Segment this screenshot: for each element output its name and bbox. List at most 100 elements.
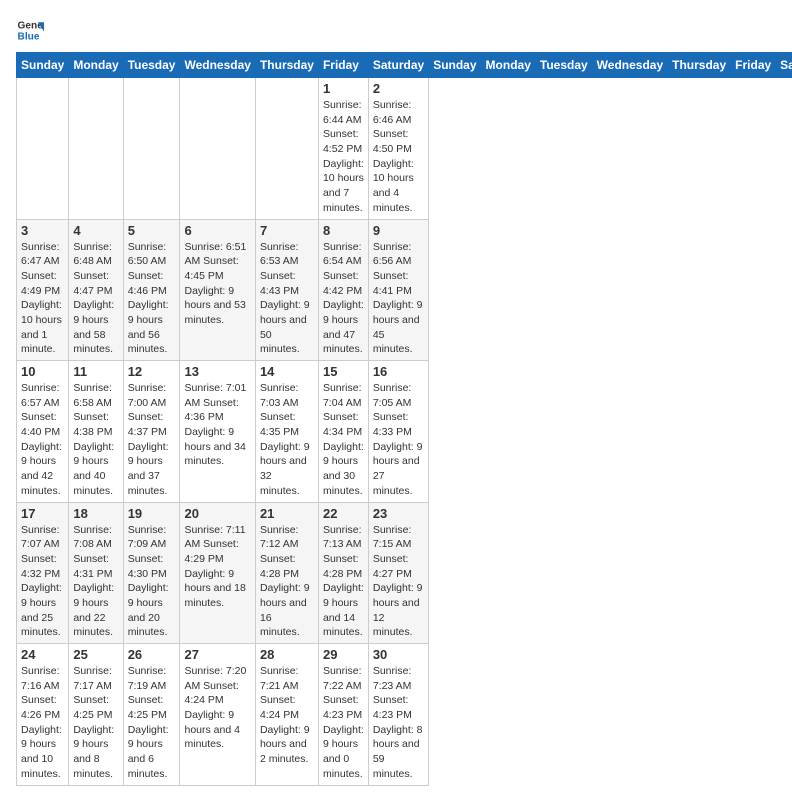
calendar-header-row: SundayMondayTuesdayWednesdayThursdayFrid… [17,53,792,78]
cell-content: Sunrise: 6:48 AM Sunset: 4:47 PM Dayligh… [73,240,118,358]
day-number: 30 [373,647,424,662]
calendar-week-row: 1Sunrise: 6:44 AM Sunset: 4:52 PM Daylig… [17,78,792,220]
header-monday: Monday [69,53,123,78]
cell-content: Sunrise: 7:19 AM Sunset: 4:25 PM Dayligh… [128,664,176,782]
logo: General Blue [16,16,48,44]
header-sunday: Sunday [429,53,481,78]
header-thursday: Thursday [255,53,318,78]
day-number: 22 [323,506,364,521]
day-number: 5 [128,223,176,238]
day-number: 11 [73,364,118,379]
cell-content: Sunrise: 6:58 AM Sunset: 4:38 PM Dayligh… [73,381,118,499]
day-number: 8 [323,223,364,238]
cell-content: Sunrise: 6:56 AM Sunset: 4:41 PM Dayligh… [373,240,424,358]
cell-content: Sunrise: 6:57 AM Sunset: 4:40 PM Dayligh… [21,381,64,499]
calendar-week-row: 3 Sunrise: 6:47 AM Sunset: 4:49 PM Daylig… [17,219,792,361]
cell-content: Sunrise: 7:01 AM Sunset: 4:36 PM Dayligh… [184,381,250,469]
cell-content: Sunrise: 7:08 AM Sunset: 4:31 PM Dayligh… [73,523,118,641]
cell-content: Sunrise: 6:54 AM Sunset: 4:42 PM Dayligh… [323,240,364,358]
cell-content: Sunrise: 6:47 AM Sunset: 4:49 PM Dayligh… [21,240,64,358]
day-number: 19 [128,506,176,521]
calendar-cell: 12Sunrise: 7:00 AM Sunset: 4:37 PM Dayli… [123,361,180,503]
day-number: 21 [260,506,314,521]
cell-content: Sunrise: 7:20 AM Sunset: 4:24 PM Dayligh… [184,664,250,752]
calendar-cell: 25Sunrise: 7:17 AM Sunset: 4:25 PM Dayli… [69,644,123,786]
header-sunday: Sunday [17,53,69,78]
header-wednesday: Wednesday [592,53,667,78]
header-friday: Friday [318,53,368,78]
cell-content: Sunrise: 6:51 AM Sunset: 4:45 PM Dayligh… [184,240,250,328]
day-number: 7 [260,223,314,238]
day-number: 1 [323,81,364,96]
calendar-cell: 21Sunrise: 7:12 AM Sunset: 4:28 PM Dayli… [255,502,318,644]
calendar-table: SundayMondayTuesdayWednesdayThursdayFrid… [16,52,792,786]
cell-content: Sunrise: 6:50 AM Sunset: 4:46 PM Dayligh… [128,240,176,358]
calendar-cell: 18Sunrise: 7:08 AM Sunset: 4:31 PM Dayli… [69,502,123,644]
calendar-cell: 19 Sunrise: 7:09 AM Sunset: 4:30 PM Dayli… [123,502,180,644]
day-number: 14 [260,364,314,379]
calendar-cell: 16 Sunrise: 7:05 AM Sunset: 4:33 PM Dayli… [368,361,428,503]
calendar-cell [255,78,318,220]
cell-content: Sunrise: 6:53 AM Sunset: 4:43 PM Dayligh… [260,240,314,358]
day-number: 24 [21,647,64,662]
day-number: 15 [323,364,364,379]
cell-content: Sunrise: 7:09 AM Sunset: 4:30 PM Dayligh… [128,523,176,641]
calendar-cell: 26 Sunrise: 7:19 AM Sunset: 4:25 PM Dayli… [123,644,180,786]
day-number: 3 [21,223,64,238]
day-number: 29 [323,647,364,662]
calendar-cell: 24 Sunrise: 7:16 AM Sunset: 4:26 PM Dayli… [17,644,69,786]
header-area: General Blue [16,16,776,44]
header-saturday: Saturday [776,53,792,78]
day-number: 4 [73,223,118,238]
header-thursday: Thursday [668,53,731,78]
svg-text:Blue: Blue [18,31,40,42]
calendar-cell: 22 Sunrise: 7:13 AM Sunset: 4:28 PM Dayli… [318,502,368,644]
cell-content: Sunrise: 6:46 AM Sunset: 4:50 PM Dayligh… [373,98,424,216]
calendar-week-row: 17 Sunrise: 7:07 AM Sunset: 4:32 PM Dayli… [17,502,792,644]
calendar-cell [69,78,123,220]
calendar-cell: 4 Sunrise: 6:48 AM Sunset: 4:47 PM Daylig… [69,219,123,361]
day-number: 13 [184,364,250,379]
day-number: 10 [21,364,64,379]
day-number: 2 [373,81,424,96]
calendar-cell: 27Sunrise: 7:20 AM Sunset: 4:24 PM Dayli… [180,644,255,786]
day-number: 23 [373,506,424,521]
calendar-cell: 30 Sunrise: 7:23 AM Sunset: 4:23 PM Dayli… [368,644,428,786]
calendar-cell: 9Sunrise: 6:56 AM Sunset: 4:41 PM Daylig… [368,219,428,361]
day-number: 20 [184,506,250,521]
calendar-cell: 8 Sunrise: 6:54 AM Sunset: 4:42 PM Daylig… [318,219,368,361]
header-friday: Friday [731,53,776,78]
calendar-cell: 2 Sunrise: 6:46 AM Sunset: 4:50 PM Daylig… [368,78,428,220]
calendar-cell: 6Sunrise: 6:51 AM Sunset: 4:45 PM Daylig… [180,219,255,361]
day-number: 16 [373,364,424,379]
cell-content: Sunrise: 7:22 AM Sunset: 4:23 PM Dayligh… [323,664,364,782]
svg-text:General: General [18,20,44,31]
calendar-cell: 17 Sunrise: 7:07 AM Sunset: 4:32 PM Dayli… [17,502,69,644]
calendar-cell: 28Sunrise: 7:21 AM Sunset: 4:24 PM Dayli… [255,644,318,786]
header-saturday: Saturday [368,53,428,78]
cell-content: Sunrise: 7:13 AM Sunset: 4:28 PM Dayligh… [323,523,364,641]
day-number: 17 [21,506,64,521]
day-number: 26 [128,647,176,662]
header-wednesday: Wednesday [180,53,255,78]
calendar-cell: 15 Sunrise: 7:04 AM Sunset: 4:34 PM Dayli… [318,361,368,503]
header-tuesday: Tuesday [535,53,592,78]
header-monday: Monday [481,53,535,78]
cell-content: Sunrise: 7:11 AM Sunset: 4:29 PM Dayligh… [184,523,250,611]
calendar-cell [123,78,180,220]
calendar-cell: 7 Sunrise: 6:53 AM Sunset: 4:43 PM Daylig… [255,219,318,361]
cell-content: Sunrise: 7:04 AM Sunset: 4:34 PM Dayligh… [323,381,364,499]
cell-content: Sunrise: 7:16 AM Sunset: 4:26 PM Dayligh… [21,664,64,782]
calendar-week-row: 10 Sunrise: 6:57 AM Sunset: 4:40 PM Dayli… [17,361,792,503]
calendar-cell: 10 Sunrise: 6:57 AM Sunset: 4:40 PM Dayli… [17,361,69,503]
calendar-cell: 11 Sunrise: 6:58 AM Sunset: 4:38 PM Dayli… [69,361,123,503]
calendar-cell: 14Sunrise: 7:03 AM Sunset: 4:35 PM Dayli… [255,361,318,503]
calendar-cell: 3 Sunrise: 6:47 AM Sunset: 4:49 PM Daylig… [17,219,69,361]
cell-content: Sunrise: 7:05 AM Sunset: 4:33 PM Dayligh… [373,381,424,499]
cell-content: Sunrise: 7:07 AM Sunset: 4:32 PM Dayligh… [21,523,64,641]
calendar-cell [180,78,255,220]
cell-content: Sunrise: 7:15 AM Sunset: 4:27 PM Dayligh… [373,523,424,641]
cell-content: Sunrise: 7:23 AM Sunset: 4:23 PM Dayligh… [373,664,424,782]
cell-content: Sunrise: 7:17 AM Sunset: 4:25 PM Dayligh… [73,664,118,782]
calendar-cell: 20 Sunrise: 7:11 AM Sunset: 4:29 PM Dayli… [180,502,255,644]
